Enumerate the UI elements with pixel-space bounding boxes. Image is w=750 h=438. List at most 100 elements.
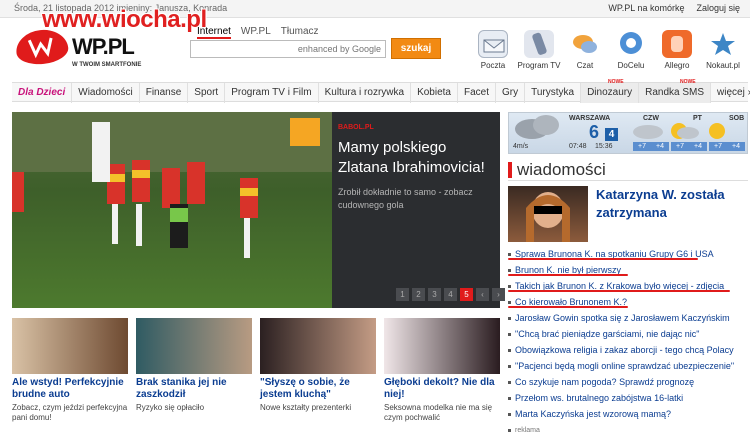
news-item-label: Jarosław Gowin spotka się z Jarosławem K…: [515, 313, 730, 323]
cloud-icon: [533, 115, 559, 135]
thumb-title[interactable]: Głęboki dekolt? Nie dla niej!: [384, 377, 502, 401]
new-badge: NOWE: [680, 79, 696, 85]
thumb-title[interactable]: Brak stanika jej nie zaszkodził: [136, 377, 254, 401]
nav-item-travel[interactable]: Turystyka: [525, 83, 582, 103]
news-item[interactable]: "Pacjenci będą mogli online sprawdzać ub…: [508, 358, 748, 374]
news-heading-label: wiadomości: [517, 160, 606, 179]
pager-page[interactable]: 2: [412, 288, 425, 301]
service-label: Allegro: [664, 61, 690, 70]
news-item[interactable]: Marta Kaczyńska jest wzorową mamą?: [508, 406, 748, 422]
hero-title[interactable]: Mamy polskiego Zlatana Ibrahimovicia!: [338, 138, 498, 178]
news-heading[interactable]: wiadomości: [508, 160, 606, 180]
docelu-icon: [616, 30, 646, 58]
nav-item-finance[interactable]: Finanse: [140, 83, 189, 103]
top-links: WP.PL na komórkę Zaloguj się: [608, 3, 740, 13]
portrait: [526, 192, 570, 242]
service-chat[interactable]: Czat: [562, 30, 608, 70]
chat-icon: [570, 30, 600, 58]
divider: [508, 180, 748, 181]
pager-page-current[interactable]: 5: [460, 288, 473, 301]
weather-widget[interactable]: WARSZAWA 6 4 4m/s 07:48 15:36 CZW +7 +4 …: [508, 112, 748, 154]
search-input[interactable]: [191, 41, 385, 57]
weather-wind: 4m/s: [513, 143, 529, 150]
pager-next-icon[interactable]: ›: [492, 288, 505, 301]
main-nav: Dla Dzieci Wiadomości Finanse Sport Prog…: [12, 82, 750, 103]
nav-item-dinosaurs[interactable]: Dinozaury: [581, 83, 640, 103]
pager-page[interactable]: 3: [428, 288, 441, 301]
weather-day: CZW: [643, 115, 659, 122]
service-label: Program TV: [517, 61, 561, 70]
thumb-title[interactable]: "Słyszę o sobie, że jestem kluchą": [260, 377, 378, 401]
ad-label-text: reklama: [515, 426, 540, 434]
logo-tagline: W TWOIM SMARTFONIE: [72, 62, 142, 68]
service-label: Nokaut.pl: [706, 61, 740, 70]
search-button[interactable]: szukaj: [391, 38, 441, 59]
news-item[interactable]: Jarosław Gowin spotka się z Jarosławem K…: [508, 310, 748, 326]
service-icons: Poczta Program TV Czat DoCelu Allegro No…: [470, 30, 746, 70]
cloud-icon: [677, 127, 699, 139]
thumb-subtitle: Seksowna modelka nie ma się czym pochwal…: [384, 403, 493, 422]
bullet-icon: [508, 412, 511, 416]
thumb-title[interactable]: Ale wstyd! Perfekcyjnie brudne auto: [12, 377, 130, 401]
sun-icon: [709, 123, 725, 139]
news-item-label: Przełom ws. brutalnego zabójstwa 16-latk…: [515, 393, 684, 403]
bullet-icon: [508, 268, 511, 272]
search-tab-translate[interactable]: Tłumacz: [281, 26, 319, 39]
nav-item-more[interactable]: więcej ›: [711, 83, 750, 103]
search-tab-wp[interactable]: WP.PL: [241, 26, 271, 39]
nav-item-man[interactable]: Facet: [458, 83, 496, 103]
football-scene: [12, 112, 332, 258]
weather-temp-low: +7: [709, 142, 727, 151]
weather-city: WARSZAWA: [569, 115, 611, 122]
nav-item-news[interactable]: Wiadomości: [72, 83, 140, 103]
thumb-image[interactable]: [260, 318, 376, 374]
search-tabs: Internet WP.PL Tłumacz: [197, 26, 319, 39]
mobile-link[interactable]: WP.PL na komórkę: [608, 3, 684, 13]
news-item[interactable]: "Chcą brać pieniądze garściami, nie dają…: [508, 326, 748, 342]
thumb-image[interactable]: [384, 318, 500, 374]
weather-temp-high: +4: [727, 142, 745, 151]
weather-temp: 6: [589, 122, 600, 142]
news-item[interactable]: Obowiązkowa religia i zakaz aborcji - te…: [508, 342, 748, 358]
wp-logo-text[interactable]: WP.PL: [72, 34, 135, 60]
news-item-label: Marta Kaczyńska jest wzorową mamą?: [515, 409, 672, 419]
news-item[interactable]: Co szykuje nam pogoda? Sprawdź prognozę: [508, 374, 748, 390]
hero-image[interactable]: [12, 112, 332, 308]
service-nokaut[interactable]: Nokaut.pl: [700, 30, 746, 70]
bullet-icon: [508, 284, 511, 288]
news-item[interactable]: Przełom ws. brutalnego zabójstwa 16-latk…: [508, 390, 748, 406]
news-lead-photo[interactable]: [508, 186, 588, 242]
login-link[interactable]: Zaloguj się: [696, 3, 740, 13]
nav-item-woman[interactable]: Kobieta: [411, 83, 458, 103]
nav-item-dating[interactable]: Randka SMS: [639, 83, 712, 103]
service-label: DoCelu: [617, 61, 645, 70]
weather-temp-high: +4: [651, 142, 669, 151]
mail-icon: [478, 30, 508, 58]
service-docelu[interactable]: DoCelu: [608, 30, 654, 70]
service-tv[interactable]: Program TV: [516, 30, 562, 70]
nav-item-kids[interactable]: Dla Dzieci: [12, 83, 73, 103]
pager-prev-icon[interactable]: ‹: [476, 288, 489, 301]
news-lead-title[interactable]: Katarzyna W. została zatrzymana: [596, 186, 746, 222]
nav-item-games[interactable]: Gry: [496, 83, 526, 103]
service-mail[interactable]: Poczta: [470, 30, 516, 70]
service-allegro[interactable]: Allegro: [654, 30, 700, 70]
search-tab-internet[interactable]: Internet: [197, 26, 231, 39]
thumb-subtitle: Nowe kształty prezenterki: [260, 403, 352, 412]
nav-item-culture[interactable]: Kultura i rozrywka: [319, 83, 412, 103]
nav-item-sport[interactable]: Sport: [188, 83, 226, 103]
thumb-image[interactable]: [12, 318, 128, 374]
pager-page[interactable]: 4: [444, 288, 457, 301]
news-item-label: "Chcą brać pieniądze garściami, nie dają…: [515, 329, 700, 339]
thumb-subtitle: Zobacz, czym jeździ perfekcyjna pani dom…: [12, 403, 128, 422]
nav-item-tv[interactable]: Program TV i Film: [225, 83, 319, 103]
highlight-underline: [508, 274, 628, 276]
bullet-icon: [508, 364, 511, 368]
pager-page[interactable]: 1: [396, 288, 409, 301]
logo-symbol-icon: [27, 37, 53, 59]
weather-temp-low: +7: [671, 142, 689, 151]
hero-source[interactable]: BABOL.PL: [338, 124, 374, 131]
thumb-image[interactable]: [136, 318, 252, 374]
thumb-subtitle: Ryzyko się opłaciło: [136, 403, 205, 412]
weather-day: SOB: [729, 115, 745, 122]
